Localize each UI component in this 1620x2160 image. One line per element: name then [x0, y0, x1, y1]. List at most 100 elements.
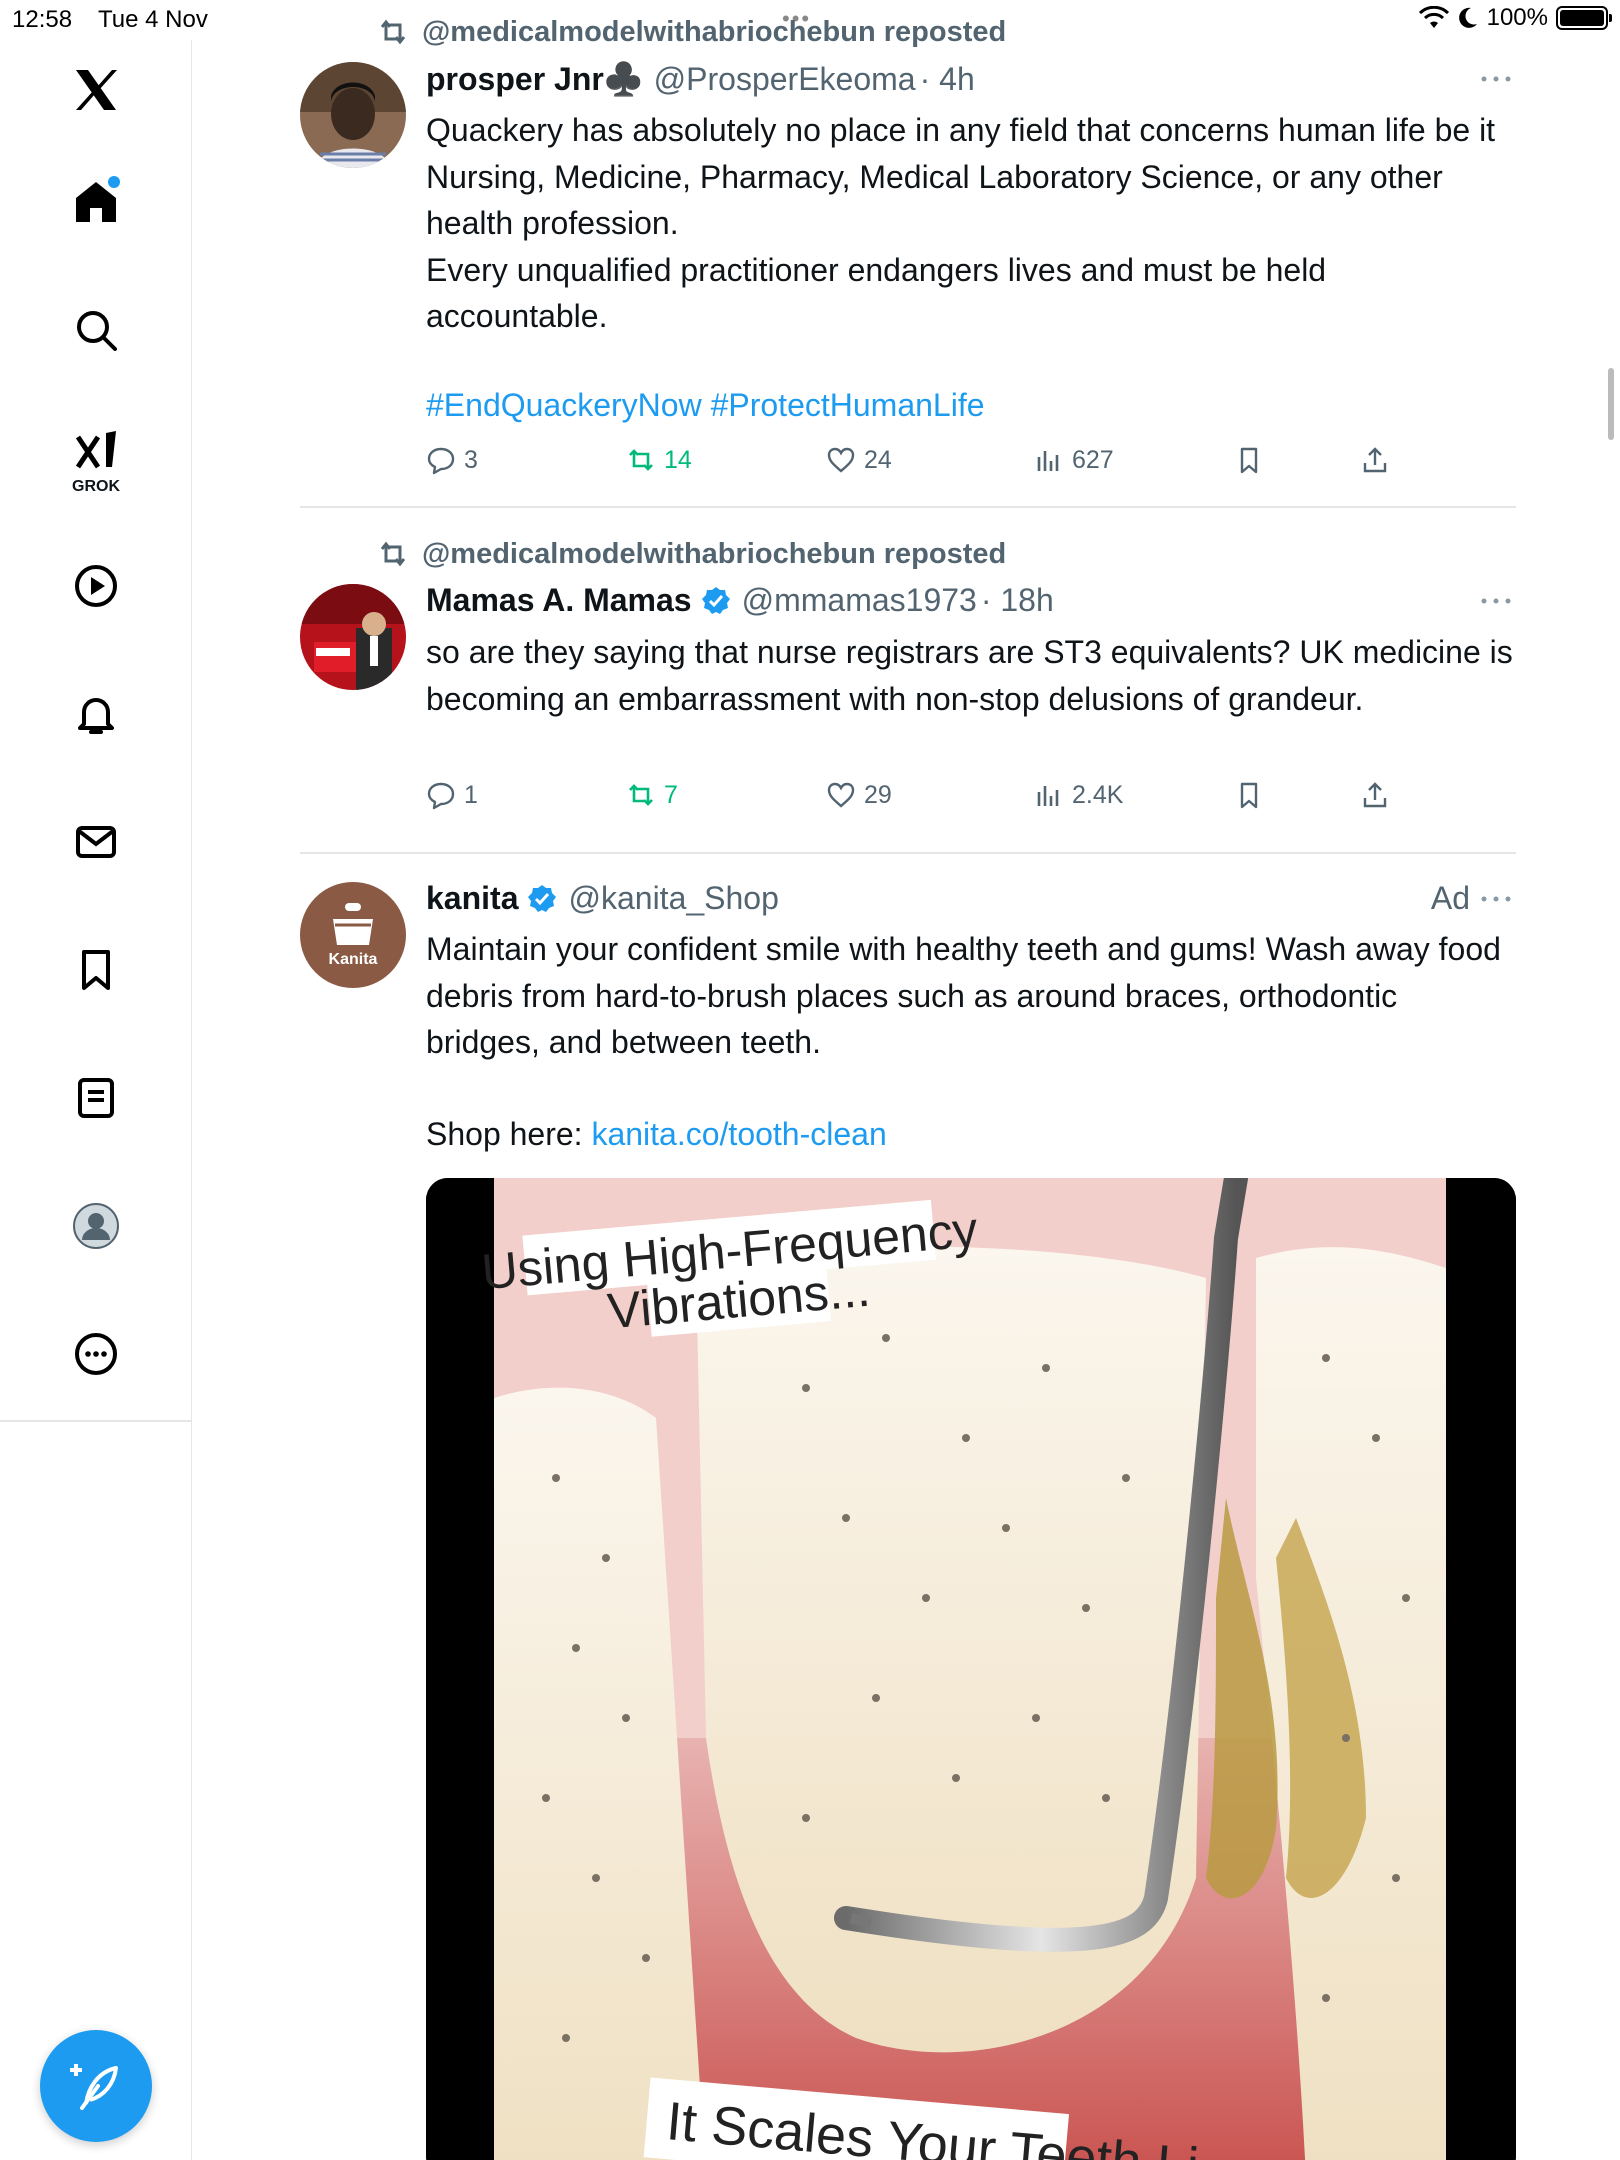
post-text: Maintain your confident smile with healt…	[426, 931, 1510, 1060]
post-header: prosper Jnr♣️ @ProsperEkeoma · 4h	[426, 60, 975, 98]
compose-feather-icon	[70, 2064, 118, 2110]
status-time: 12:58	[12, 6, 73, 33]
display-name[interactable]: Mamas A. Mamas	[426, 582, 692, 619]
post-separator	[300, 852, 1516, 854]
repost-button[interactable]: 7	[626, 780, 678, 810]
status-date: Tue 4 Nov	[98, 6, 208, 33]
heart-icon	[827, 447, 855, 473]
battery-icon	[1556, 6, 1612, 30]
views-chart-icon	[1037, 786, 1059, 806]
repost-icon	[380, 19, 406, 45]
post-separator	[300, 506, 1516, 508]
sidebar: GROK	[0, 40, 192, 2160]
handle[interactable]: @ProsperEkeoma	[654, 61, 916, 98]
share-button[interactable]	[1360, 780, 1390, 810]
list-icon	[78, 1078, 114, 1118]
avatar[interactable]	[300, 62, 406, 168]
handle[interactable]: @mmamas1973	[742, 582, 977, 619]
repost-indicator: @medicalmodelwithabriochebun reposted	[376, 536, 1006, 572]
reply-count: 3	[464, 445, 478, 474]
more-options-icon[interactable]	[1476, 884, 1516, 914]
sidebar-item-bookmarks[interactable]	[56, 930, 136, 1010]
moon-icon	[1458, 7, 1477, 28]
shop-prefix: Shop here:	[426, 1116, 592, 1152]
sidebar-item-grok[interactable]: GROK	[56, 418, 136, 498]
repost-icon	[629, 449, 653, 471]
grok-label: GROK	[72, 478, 120, 495]
verified-badge-icon	[528, 884, 557, 912]
like-button[interactable]: 24	[826, 445, 892, 475]
bookmark-button[interactable]	[1234, 780, 1264, 810]
share-icon	[1363, 447, 1387, 473]
sidebar-item-notifications[interactable]	[56, 674, 136, 754]
views-button[interactable]: 2.4K	[1034, 780, 1123, 810]
home-unread-dot	[108, 176, 120, 188]
repost-count: 7	[664, 780, 678, 809]
post-time[interactable]: · 18h	[981, 582, 1054, 619]
sidebar-item-lists[interactable]	[56, 1058, 136, 1138]
more-options-icon[interactable]	[1476, 586, 1516, 616]
more-options-icon[interactable]	[1476, 64, 1516, 94]
post-header: Mamas A. Mamas @mmamas1973 · 18h	[426, 582, 1054, 619]
profile-avatar-icon	[73, 1203, 119, 1249]
post-text: Quackery has absolutely no place in any …	[426, 112, 1496, 334]
repost-text: @medicalmodelwithabriochebun reposted	[422, 537, 1007, 570]
more-circle-icon	[75, 1333, 117, 1375]
ad-video-media[interactable]: Using High-Frequency Vibrations... It Sc…	[426, 1178, 1516, 2160]
scrollbar[interactable]	[1608, 368, 1614, 440]
play-circle-icon	[75, 565, 117, 607]
verified-badge-icon	[701, 586, 730, 614]
sidebar-divider	[0, 1420, 192, 1422]
sidebar-item-profile[interactable]	[56, 1186, 136, 1266]
repost-indicator: @medicalmodelwithabriochebun reposted	[376, 14, 1006, 50]
shop-link[interactable]: kanita.co/tooth-clean	[591, 1116, 886, 1152]
handle[interactable]: @kanita_Shop	[568, 880, 778, 917]
view-count: 627	[1072, 445, 1114, 474]
sidebar-item-more[interactable]	[56, 1314, 136, 1394]
post-actions: 3 14 24 627	[426, 445, 1426, 485]
bookmark-icon	[1240, 782, 1258, 809]
sidebar-item-home[interactable]	[56, 162, 136, 242]
sidebar-item-explore[interactable]	[56, 290, 136, 370]
avatar[interactable]: Kanita	[300, 882, 406, 988]
sidebar-item-video[interactable]	[56, 546, 136, 626]
hashtags[interactable]: #EndQuackeryNow #ProtectHumanLife	[426, 387, 985, 424]
bookmark-button[interactable]	[1234, 445, 1264, 475]
like-count: 29	[864, 780, 892, 809]
repost-icon	[380, 541, 406, 567]
search-icon	[77, 311, 117, 351]
repost-text: @medicalmodelwithabriochebun reposted	[422, 15, 1007, 48]
reply-icon	[427, 782, 455, 810]
like-count: 24	[864, 445, 892, 474]
mail-icon	[76, 826, 116, 858]
ad-label: Ad	[1430, 880, 1470, 916]
bookmark-icon	[1240, 447, 1258, 474]
repost-button[interactable]: 14	[626, 445, 692, 475]
view-count: 2.4K	[1072, 780, 1124, 809]
bell-icon	[78, 698, 114, 734]
x-logo-icon[interactable]	[56, 50, 136, 130]
wifi-icon	[1418, 6, 1449, 28]
like-button[interactable]: 29	[826, 780, 892, 810]
compose-post-button[interactable]	[40, 2030, 152, 2142]
avatar[interactable]	[300, 584, 406, 690]
post-actions: 1 7 29 2.4K	[426, 780, 1426, 820]
post-header: kanita @kanita_Shop	[426, 880, 779, 917]
views-chart-icon	[1037, 451, 1059, 471]
reply-icon	[427, 447, 455, 475]
reply-button[interactable]: 1	[426, 780, 478, 810]
views-button[interactable]: 627	[1034, 445, 1114, 475]
post-time[interactable]: · 4h	[920, 61, 975, 98]
cup-logo-icon	[333, 903, 373, 945]
repost-count: 14	[664, 445, 692, 474]
heart-icon	[827, 782, 855, 808]
teeth-illustration: Using High-Frequency Vibrations... It Sc…	[426, 1178, 1516, 2160]
share-icon	[1363, 782, 1387, 808]
display-name[interactable]: prosper Jnr♣️	[426, 60, 644, 98]
reply-button[interactable]: 3	[426, 445, 478, 475]
display-name[interactable]: kanita	[426, 880, 518, 917]
battery-percent: 100%	[1486, 4, 1548, 31]
reply-count: 1	[464, 780, 478, 809]
share-button[interactable]	[1360, 445, 1390, 475]
sidebar-item-messages[interactable]	[56, 802, 136, 882]
